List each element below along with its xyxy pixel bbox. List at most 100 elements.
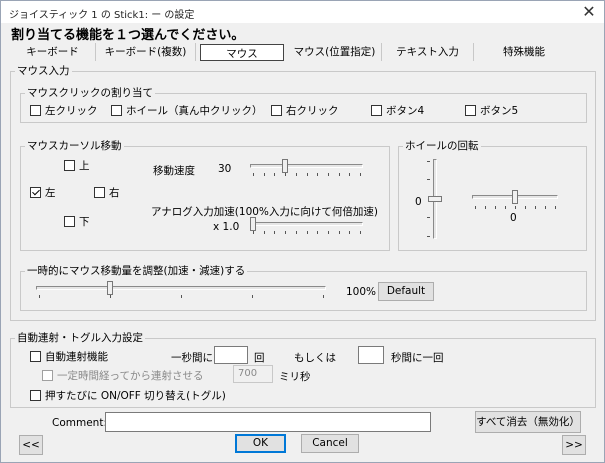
close-icon[interactable]: ✕	[575, 2, 603, 22]
auto-fire-option[interactable]: 自動連射機能	[30, 349, 108, 364]
slider-tick	[317, 173, 318, 176]
slider-tick	[475, 206, 476, 209]
slider-tick	[264, 231, 265, 234]
slider-tick	[360, 231, 361, 234]
slider-tick	[535, 206, 536, 209]
right-click-label: 右クリック	[286, 105, 339, 117]
slider-tick	[505, 206, 506, 209]
left-checkbox[interactable]	[30, 187, 41, 198]
left-option[interactable]: 左	[30, 185, 56, 200]
slider-tick	[339, 173, 340, 176]
right-click-checkbox[interactable]	[271, 105, 282, 116]
wheel-click-label: ホイール（真ん中クリック）	[126, 105, 263, 117]
up-option[interactable]: 上	[64, 158, 90, 173]
seconds-unit: 秒間に一回	[391, 352, 444, 364]
right-checkbox[interactable]	[94, 187, 105, 198]
delay-option[interactable]: 一定時間経ってから連射させる	[42, 368, 203, 383]
delay-input[interactable]: 700	[233, 365, 273, 383]
analog-accel-label: アナログ入力加速(100%入力に向けて何倍加速)	[151, 206, 379, 218]
delay-label: 一定時間経ってから連射させる	[57, 370, 204, 382]
toggle-checkbox[interactable]	[30, 390, 41, 401]
temp-adjust-group: 一時的にマウス移動量を調整(加速・減速)する	[20, 265, 587, 311]
ok-button[interactable]: OK	[235, 434, 286, 453]
slider-tick	[360, 173, 361, 176]
analog-slider-track	[250, 222, 363, 226]
slider-tick	[323, 295, 324, 298]
tab-keyboard-multi[interactable]: キーボード(複数)	[96, 43, 196, 61]
slider-tick	[307, 231, 308, 234]
count-input[interactable]	[214, 346, 248, 364]
tab-mouse-position[interactable]: マウス(位置指定)	[288, 43, 382, 61]
wheel-click-checkbox[interactable]	[111, 105, 122, 116]
per-second-label: 一秒間に	[171, 352, 213, 364]
slider-tick	[555, 206, 556, 209]
wheel-vertical-thumb[interactable]	[428, 196, 442, 202]
right-label: 右	[109, 187, 120, 199]
clear-all-button[interactable]: すべて消去（無効化）	[475, 411, 581, 433]
tab-keyboard[interactable]: キーボード	[10, 43, 96, 61]
delay-checkbox[interactable]	[42, 370, 53, 381]
slider-tick	[349, 231, 350, 234]
wheel-horizontal-thumb[interactable]	[512, 190, 518, 204]
prev-button[interactable]: <<	[19, 435, 43, 455]
slider-tick	[296, 173, 297, 176]
tab-text-input[interactable]: テキスト入力	[382, 43, 474, 61]
slider-tick	[264, 173, 265, 176]
mouse-input-title: マウス入力	[15, 65, 72, 77]
down-label: 下	[79, 216, 90, 228]
left-label: 左	[45, 187, 56, 199]
settings-dialog: ジョイスティック 1 の Stick1: ー の設定 ✕ 割り当てる機能を１つ選…	[0, 0, 605, 463]
slider-tick	[515, 206, 516, 209]
count-unit: 回	[254, 352, 265, 364]
default-button[interactable]: Default	[378, 282, 434, 301]
slider-tick	[252, 295, 253, 298]
seconds-input[interactable]	[358, 346, 384, 364]
tab-bar: キーボード キーボード(複数) マウス マウス(位置指定) テキスト入力 特殊機…	[10, 43, 596, 62]
toggle-option[interactable]: 押すたびに ON/OFF 切り替え(トグル)	[30, 388, 226, 403]
cancel-button[interactable]: Cancel	[301, 434, 359, 453]
button5-option[interactable]: ボタン5	[465, 103, 518, 118]
down-option[interactable]: 下	[64, 214, 90, 229]
next-button[interactable]: >>	[562, 435, 586, 455]
button5-label: ボタン5	[480, 105, 519, 117]
up-label: 上	[79, 160, 90, 172]
slider-tick	[349, 173, 350, 176]
left-click-label: 左クリック	[45, 105, 98, 117]
button4-checkbox[interactable]	[371, 105, 382, 116]
button4-option[interactable]: ボタン4	[371, 103, 424, 118]
down-checkbox[interactable]	[64, 216, 75, 227]
wheel-click-option[interactable]: ホイール（真ん中クリック）	[111, 103, 263, 118]
right-option[interactable]: 右	[94, 185, 120, 200]
slider-tick	[296, 231, 297, 234]
temp-slider-thumb[interactable]	[107, 281, 113, 295]
button5-checkbox[interactable]	[465, 105, 476, 116]
temp-slider-track	[36, 286, 326, 290]
up-checkbox[interactable]	[64, 160, 75, 171]
comment-input[interactable]	[105, 412, 431, 432]
window-title: ジョイスティック 1 の Stick1: ー の設定	[9, 10, 195, 21]
slider-tick	[307, 173, 308, 176]
right-click-option[interactable]: 右クリック	[271, 103, 339, 118]
left-click-checkbox[interactable]	[30, 105, 41, 116]
slider-tick	[545, 206, 546, 209]
toggle-label: 押すたびに ON/OFF 切り替え(トグル)	[45, 390, 226, 402]
auto-fire-label: 自動連射機能	[45, 351, 108, 363]
title-bar: ジョイスティック 1 の Stick1: ー の設定 ✕	[1, 1, 604, 23]
speed-slider-thumb[interactable]	[282, 159, 289, 173]
tab-mouse[interactable]: マウス	[200, 44, 284, 61]
slider-tick	[339, 231, 340, 234]
comment-label: Comment:	[52, 417, 107, 429]
slider-tick	[285, 231, 286, 234]
slider-tick	[485, 206, 486, 209]
instruction-text: 割り当てる機能を１つ選んでください。	[11, 28, 245, 43]
slider-tick	[495, 206, 496, 209]
tab-special[interactable]: 特殊機能	[474, 43, 574, 61]
auto-fire-checkbox[interactable]	[30, 351, 41, 362]
slider-tick	[110, 295, 111, 298]
speed-value: 30	[218, 163, 232, 175]
left-click-option[interactable]: 左クリック	[30, 103, 98, 118]
wheel-vertical-value: 0	[415, 196, 422, 208]
slider-tick	[181, 295, 182, 298]
or-label: もしくは	[294, 352, 336, 364]
analog-slider-thumb[interactable]	[250, 217, 256, 231]
